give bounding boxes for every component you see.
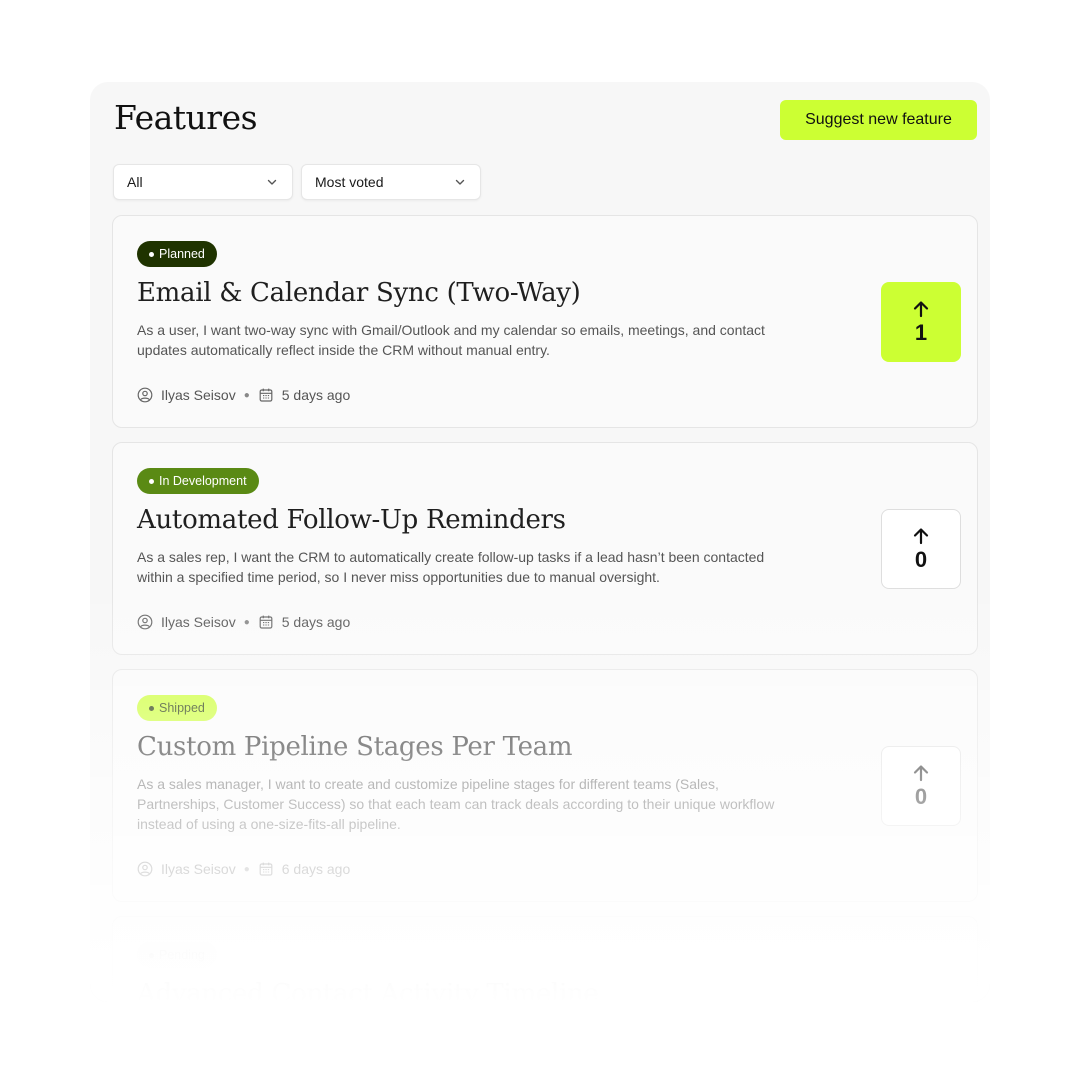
feature-date: 6 days ago — [281, 861, 351, 877]
feature-description: As a sales rep, I want the CRM to automa… — [137, 549, 765, 585]
status-badge: Pending — [137, 942, 217, 968]
status-filter-select[interactable]: All — [113, 164, 293, 200]
feature-title[interactable]: Automated Follow-Up Reminders — [137, 505, 566, 535]
arrow-up-icon — [911, 526, 931, 546]
feature-card[interactable]: Shipped Custom Pipeline Stages Per Team … — [112, 669, 978, 902]
status-label: Pending — [159, 948, 205, 962]
status-badge: Planned — [137, 241, 217, 267]
calendar-icon — [258, 387, 274, 403]
arrow-up-icon — [911, 763, 931, 783]
feature-title[interactable]: Custom Pipeline Stages Per Team — [137, 732, 573, 762]
status-dot — [149, 478, 154, 484]
meta-separator: ● — [243, 389, 250, 401]
author-name: Ilyas Seisov — [161, 387, 236, 403]
author-name: Ilyas Seisov — [161, 861, 236, 877]
status-dot — [149, 251, 154, 257]
feature-date: 5 days ago — [281, 387, 351, 403]
status-filter-value: All — [127, 174, 143, 190]
user-icon — [137, 387, 153, 403]
meta-separator: ● — [243, 863, 250, 875]
feature-card[interactable]: Pending Advanced Contact Activity Timeli… — [112, 916, 978, 1002]
status-dot — [149, 705, 154, 711]
feature-card[interactable]: In Development Automated Follow-Up Remin… — [112, 442, 978, 655]
sort-select[interactable]: Most voted — [301, 164, 481, 200]
status-label: Shipped — [159, 701, 205, 715]
chevron-down-icon — [454, 176, 466, 188]
features-panel: Features Suggest new feature All Most vo… — [90, 82, 990, 1002]
feature-meta: Ilyas Seisov ● 5 days ago — [137, 614, 350, 630]
page-title: Features — [114, 98, 258, 137]
suggest-feature-button[interactable]: Suggest new feature — [780, 100, 977, 140]
feature-meta: Ilyas Seisov ● 5 days ago — [137, 387, 350, 403]
feature-title[interactable]: Advanced Contact Activity Timeline — [137, 979, 599, 1002]
upvote-button[interactable]: 0 — [881, 746, 961, 826]
feature-date: 5 days ago — [281, 614, 351, 630]
vote-count: 1 — [914, 320, 928, 345]
arrow-up-icon — [911, 299, 931, 319]
chevron-down-icon — [266, 176, 278, 188]
feature-meta: Ilyas Seisov ● 6 days ago — [137, 861, 350, 877]
calendar-icon — [258, 861, 274, 877]
status-dot — [149, 952, 154, 958]
feature-description: As a user, I want two-way sync with Gmai… — [137, 322, 765, 358]
vote-count: 0 — [914, 547, 928, 572]
status-badge: In Development — [137, 468, 259, 494]
user-icon — [137, 614, 153, 630]
sort-value: Most voted — [315, 174, 384, 190]
meta-separator: ● — [243, 616, 250, 628]
vote-count: 0 — [914, 784, 928, 809]
feature-card[interactable]: Planned Email & Calendar Sync (Two-Way) … — [112, 215, 978, 428]
status-label: Planned — [159, 247, 205, 261]
upvote-button[interactable]: 1 — [881, 282, 961, 362]
upvote-button[interactable]: 0 — [881, 509, 961, 589]
calendar-icon — [258, 614, 274, 630]
status-label: In Development — [159, 474, 247, 488]
user-icon — [137, 861, 153, 877]
status-badge: Shipped — [137, 695, 217, 721]
feature-title[interactable]: Email & Calendar Sync (Two-Way) — [137, 278, 581, 308]
author-name: Ilyas Seisov — [161, 614, 236, 630]
feature-description: As a sales manager, I want to create and… — [137, 776, 775, 832]
